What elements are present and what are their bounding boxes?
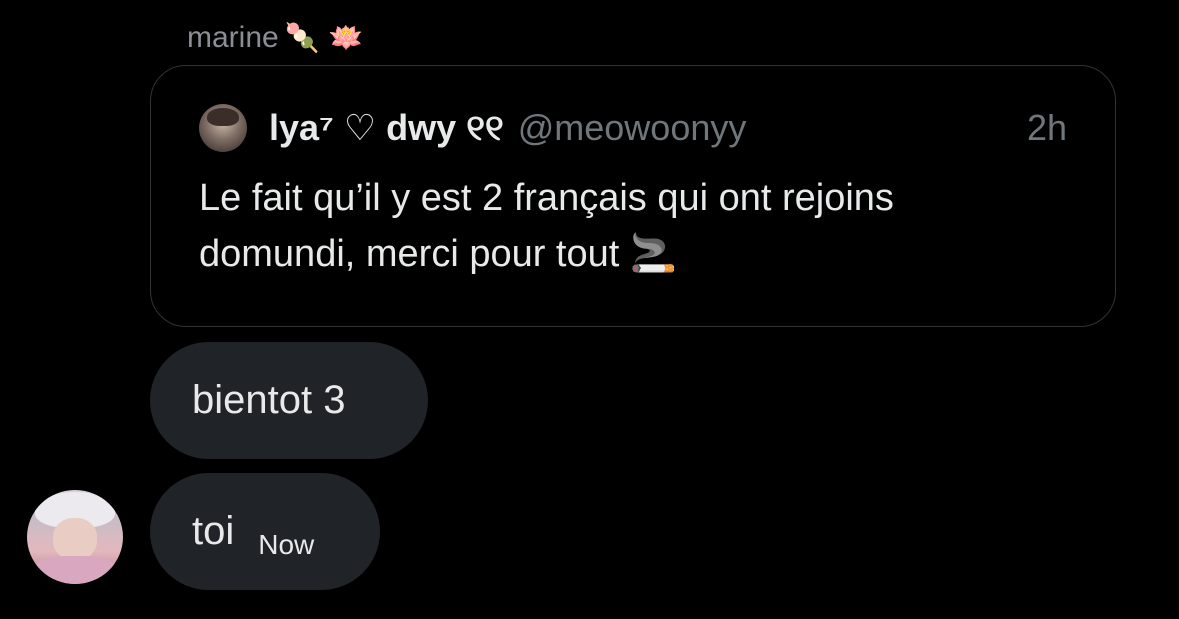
message-bubble[interactable]: toi Now <box>150 473 380 590</box>
sender-name: marine <box>187 21 279 54</box>
sender-emojis: 🍡 🪷 <box>284 21 364 54</box>
message-text: bientot 3 <box>192 378 346 422</box>
quoted-author-name[interactable]: lya⁷ ♡ dwy ୧୧ <box>269 107 504 150</box>
message-text: toi <box>192 509 235 553</box>
avatar-shirt-shape <box>31 556 119 584</box>
quoted-tweet-time: 2h <box>1026 107 1067 148</box>
quoted-author-handle[interactable]: @meowoonyy <box>518 107 747 149</box>
quoted-tweet-card[interactable]: lya⁷ ♡ dwy ୧୧ @meowoonyy 2h Le fait qu’i… <box>150 65 1116 327</box>
quoted-author-avatar[interactable] <box>199 104 247 152</box>
message-timestamp: Now <box>258 528 315 560</box>
message-bubble[interactable]: bientot 3 <box>150 342 428 459</box>
sender-label: marine 🍡 🪷 <box>187 16 363 60</box>
quoted-tweet-header: lya⁷ ♡ dwy ୧୧ @meowoonyy 2h <box>199 100 1067 156</box>
quoted-tweet-text: Le fait qu’il y est 2 français qui ont r… <box>199 177 894 275</box>
avatar-face-shape <box>53 518 97 560</box>
sender-avatar[interactable] <box>27 490 123 584</box>
